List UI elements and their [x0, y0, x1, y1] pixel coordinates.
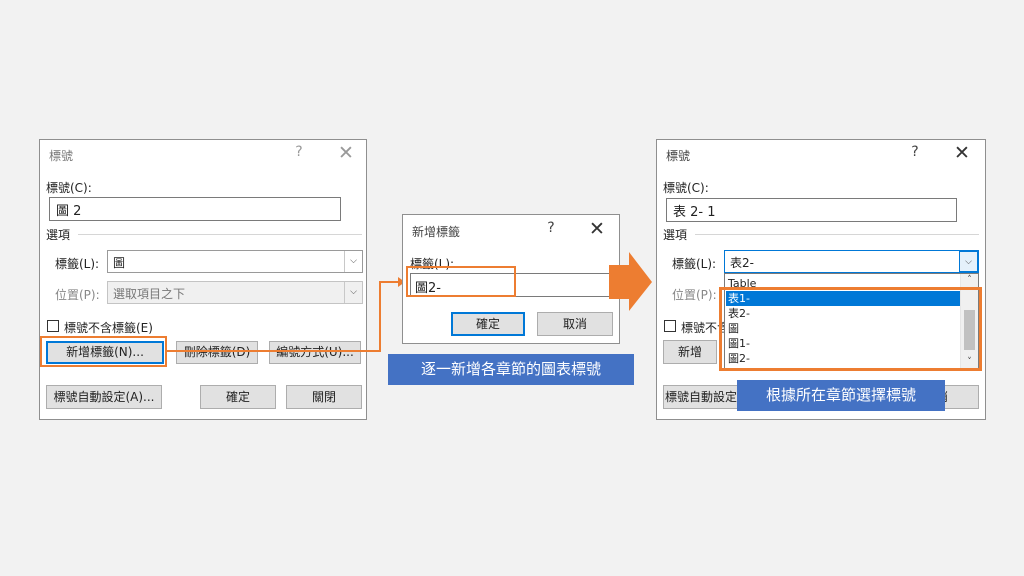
chevron-down-icon[interactable]: ⌵	[959, 251, 978, 272]
label-select-value: 表2-	[730, 256, 754, 270]
label-field-label: 標籤(L):	[672, 257, 717, 271]
dropdown-highlight	[719, 287, 982, 371]
big-arrow	[609, 252, 652, 311]
position-field-label: 位置(P):	[672, 288, 717, 302]
new-label-button[interactable]: 新增	[663, 340, 717, 364]
help-button[interactable]: ?	[906, 144, 924, 160]
callout-select-label: 根據所在章節選擇標號	[737, 380, 945, 411]
dialog-title: 新增標籤	[412, 225, 461, 239]
label-select[interactable]: 表2- ⌵	[724, 250, 979, 273]
ok-button[interactable]: 確定	[451, 312, 525, 336]
cancel-button[interactable]: 取消	[537, 312, 613, 336]
dialog-title: 標號	[666, 149, 691, 163]
options-group-label: 選項	[663, 228, 688, 242]
label-input-highlight	[406, 266, 516, 297]
help-button[interactable]: ?	[542, 220, 560, 236]
title-bar: 標號 ? ✕	[657, 140, 985, 168]
chevron-up-icon[interactable]: ˄	[961, 275, 978, 285]
caption-dialog-right: 標號 ? ✕ 標號(C): 表 2- 1 選項 標籤(L): 表2- ⌵ 位置(…	[656, 139, 986, 420]
caption-input[interactable]: 表 2- 1	[666, 198, 957, 222]
callout-add-labels: 逐一新增各章節的圖表標號	[388, 354, 634, 385]
autocaption-button[interactable]: 標號自動設定	[663, 385, 739, 409]
close-icon[interactable]: ✕	[586, 218, 608, 240]
caption-label: 標號(C):	[663, 181, 709, 195]
exclude-label-checkbox[interactable]	[664, 320, 676, 332]
options-separator	[695, 234, 979, 235]
close-icon[interactable]: ✕	[951, 142, 973, 164]
